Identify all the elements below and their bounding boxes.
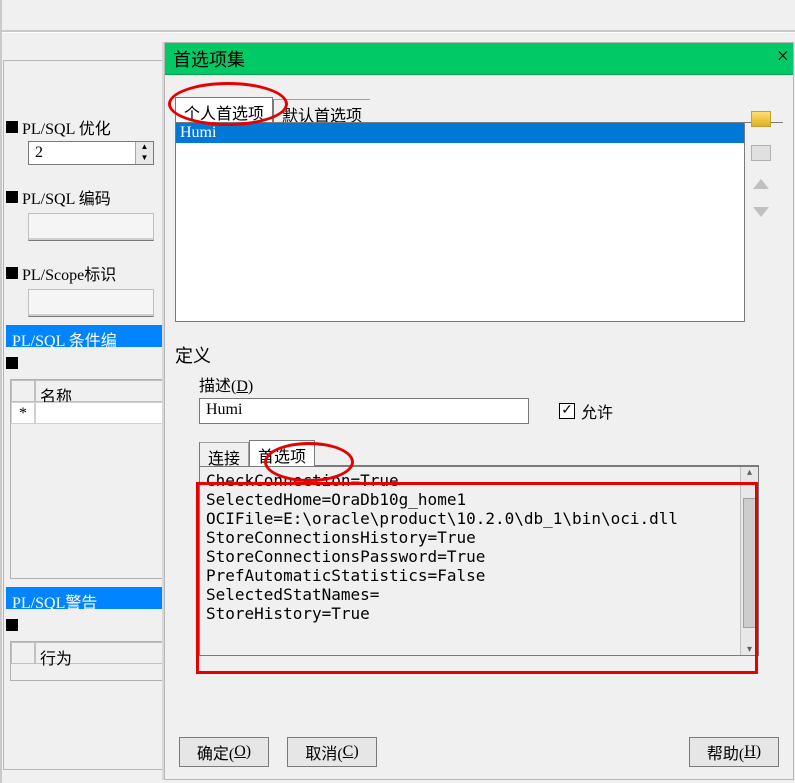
cond-row-marker: * xyxy=(11,402,35,424)
cond-col-name: 名称 xyxy=(35,380,171,402)
prefs-textarea[interactable]: CheckConnection=True SelectedHome=OraDb1… xyxy=(200,467,740,655)
warn-check[interactable] xyxy=(6,619,18,631)
opt-encode-label: PL/SQL 编码 xyxy=(22,185,111,209)
warn-col-blank xyxy=(11,642,35,664)
bg-window-body: PL/SQL 优化 2 ▲ ▼ PL/SQL 编码 PL/Scope标识 xyxy=(6,95,176,755)
cond-table: 名称 * xyxy=(10,379,172,579)
scroll-down-icon[interactable]: ▾ xyxy=(747,644,752,655)
spinner-buttons[interactable]: ▲ ▼ xyxy=(135,142,153,164)
warn-col-behavior: 行为 xyxy=(35,642,171,664)
opt-scope-check[interactable] xyxy=(6,267,18,279)
dialog-buttons: 确定(O) 取消(C) 帮助(H) xyxy=(179,737,779,767)
cond-check[interactable] xyxy=(6,357,18,369)
prefs-textarea-wrap: CheckConnection=True SelectedHome=OraDb1… xyxy=(199,466,759,656)
cond-header: PL/SQL 条件编 xyxy=(6,325,176,347)
cond-col-blank xyxy=(11,380,35,402)
def-subtabs: 连接首选项 xyxy=(199,440,759,466)
allow-label: 允许 xyxy=(581,399,613,423)
cancel-button[interactable]: 取消(C) xyxy=(287,737,377,767)
subtab-prefs[interactable]: 首选项 xyxy=(249,440,315,469)
ok-button[interactable]: 确定(O) xyxy=(179,737,269,767)
warn-table: 行为 xyxy=(10,641,172,681)
spinner-down-icon[interactable]: ▼ xyxy=(135,153,153,164)
opt-encode-check[interactable] xyxy=(6,191,18,203)
opt-optimize-label: PL/SQL 优化 xyxy=(22,115,111,139)
allow-checkbox[interactable]: ✓ 允许 xyxy=(559,399,613,423)
new-icon[interactable] xyxy=(751,111,771,127)
def-desc-label: 描述(D) xyxy=(199,372,783,396)
def-desc-input[interactable]: Humi xyxy=(199,398,529,424)
arrow-down-icon[interactable] xyxy=(753,207,769,217)
spinner-up-icon[interactable]: ▲ xyxy=(135,142,153,153)
scrollbar[interactable]: ▴ ▾ xyxy=(740,467,758,655)
opt-scope-label: PL/Scope标识 xyxy=(22,261,116,285)
opt-optimize-spinner[interactable]: 2 ▲ ▼ xyxy=(28,141,154,165)
scroll-thumb[interactable] xyxy=(743,498,757,628)
cond-row-value[interactable] xyxy=(35,402,171,424)
side-icons xyxy=(751,111,771,217)
arrow-up-icon[interactable] xyxy=(753,179,769,189)
dialog-titlebar[interactable]: 首选项集 × xyxy=(165,43,793,75)
close-icon[interactable]: × xyxy=(777,45,789,67)
delete-icon[interactable] xyxy=(751,145,771,161)
warn-header: PL/SQL警告 xyxy=(6,587,176,609)
opt-optimize-check[interactable] xyxy=(6,121,18,133)
opt-encode-field[interactable] xyxy=(28,213,154,241)
allow-check-icon[interactable]: ✓ xyxy=(559,403,575,419)
pref-list[interactable]: Humi xyxy=(175,122,745,322)
pref-set-dialog: 首选项集 × 个人首选项默认首选项 Humi 定义 描述(D) xyxy=(164,42,794,780)
opt-optimize-value[interactable]: 2 xyxy=(29,142,135,164)
help-button[interactable]: 帮助(H) xyxy=(689,737,779,767)
pref-list-item[interactable]: Humi xyxy=(176,123,744,143)
scroll-up-icon[interactable]: ▴ xyxy=(747,467,752,478)
opt-scope-field[interactable] xyxy=(28,289,154,317)
dialog-title: 首选项集 xyxy=(173,46,245,72)
def-title: 定义 xyxy=(175,342,783,368)
pref-tabs: 个人首选项默认首选项 xyxy=(175,97,783,123)
